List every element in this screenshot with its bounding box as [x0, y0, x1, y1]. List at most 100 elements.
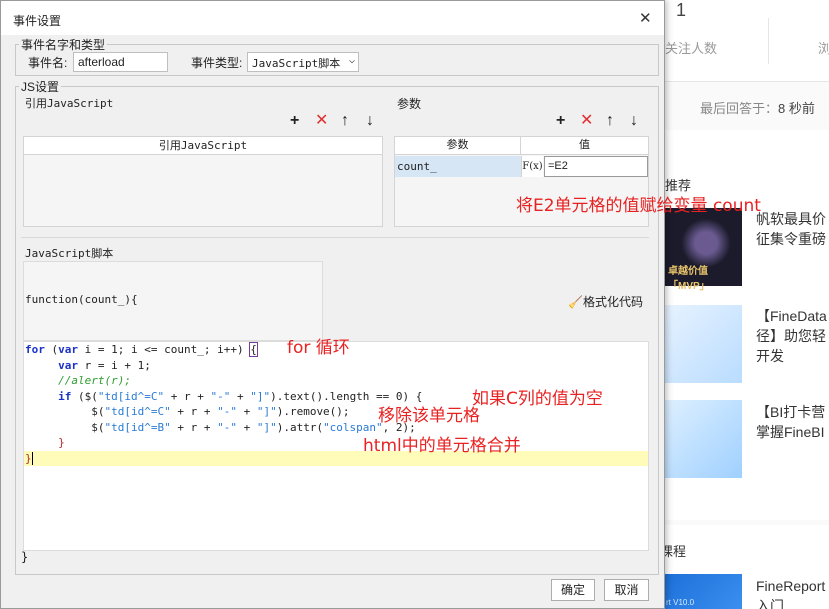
- annotation-if-empty: 如果C列的值为空: [472, 389, 603, 409]
- code-token: "-": [217, 420, 237, 434]
- code-token: if: [58, 389, 72, 403]
- cancel-button[interactable]: 取消: [604, 579, 649, 601]
- code-token: "]": [256, 420, 277, 434]
- event-type-select[interactable]: JavaScript脚本 ⌵: [247, 52, 359, 72]
- article-thumbnail[interactable]: [662, 400, 742, 478]
- course-link[interactable]: FineReport 入门: [756, 576, 825, 609]
- code-token: + r +: [170, 405, 218, 418]
- add-ref-js-icon[interactable]: +: [290, 113, 299, 129]
- last-reply-value: 8 秒前: [778, 101, 815, 116]
- move-down-icon[interactable]: ↓: [630, 113, 638, 129]
- article-title-line: 帆软最具价: [756, 211, 826, 227]
- code-token: +: [230, 389, 251, 403]
- code-token: var: [58, 358, 78, 372]
- code-token: }: [58, 436, 65, 449]
- code-token: {: [249, 342, 258, 357]
- article-thumbnail[interactable]: 卓越价值「MVP」: [662, 208, 742, 292]
- dialog-title: 事件设置: [13, 14, 62, 28]
- code-line: var r = i + 1;: [24, 358, 648, 374]
- divider: [21, 237, 649, 238]
- code-line-current: }: [24, 450, 648, 466]
- code-token: "-": [210, 389, 231, 403]
- article-title-line: 开发: [756, 348, 784, 364]
- param-name-cell[interactable]: count_: [395, 156, 521, 177]
- code-editor[interactable]: for (var i = 1; i <= count_; i++) { var …: [23, 341, 649, 551]
- code-token: i = 1; i <= count_; i++): [78, 343, 251, 356]
- value-column-header: 值: [521, 137, 648, 155]
- last-reply: 最后回答于：8 秒前: [700, 98, 815, 117]
- code-token: ).remove();: [276, 405, 350, 418]
- ref-js-label: 引用JavaScript: [25, 97, 114, 110]
- annotation-merge: html中的单元格合并: [363, 436, 521, 456]
- code-token: +: [236, 405, 257, 418]
- code-token: +: [236, 420, 257, 434]
- param-value-cell[interactable]: =E2: [544, 156, 648, 177]
- close-icon[interactable]: ✕: [639, 11, 652, 26]
- code-token: "]": [250, 389, 271, 403]
- course-thumbnail[interactable]: rt V10.0: [662, 574, 742, 609]
- code-token: + r +: [164, 389, 211, 403]
- article-title-line: 征集令重磅: [756, 231, 826, 247]
- ok-button[interactable]: 确定: [551, 579, 595, 601]
- code-token: "td[id^=C": [97, 389, 165, 403]
- format-code-button[interactable]: 🧹格式化代码: [568, 293, 643, 310]
- code-token: r = i + 1;: [78, 358, 151, 372]
- annotation-remove: 移除该单元格: [378, 406, 480, 426]
- format-code-label: 格式化代码: [582, 295, 643, 309]
- chevron-down-icon: ⌵: [348, 55, 355, 66]
- code-token: "td[id^=C": [104, 405, 171, 418]
- code-token: //alert(r);: [58, 374, 131, 387]
- course-title-line: FineReport: [756, 578, 826, 594]
- formula-icon[interactable]: F(x): [521, 156, 543, 177]
- script-label: JavaScript脚本: [25, 247, 114, 260]
- article-title-line: 掌握FineBI: [756, 424, 825, 440]
- article-link[interactable]: 【BI打卡营 掌握FineBI: [756, 402, 825, 442]
- article-title-line: 【FineData: [756, 308, 827, 324]
- followers-label: 关注人数: [665, 41, 718, 56]
- thumbnail-text: rt V10.0: [666, 598, 695, 607]
- broom-icon: 🧹: [568, 295, 583, 309]
- article-title-line: 径】助您轻: [756, 328, 826, 344]
- code-token: }: [25, 451, 32, 465]
- ref-js-table[interactable]: 引用JavaScript: [23, 136, 383, 227]
- params-label: 参数: [397, 97, 422, 111]
- browse-label: 浏: [818, 41, 829, 56]
- param-column-header: 参数: [395, 137, 521, 155]
- code-token: $(: [91, 405, 105, 418]
- code-token: "]": [256, 405, 277, 418]
- article-link[interactable]: 【FineData 径】助您轻 开发: [756, 306, 827, 366]
- js-settings-title: JS设置: [21, 80, 60, 94]
- event-name-label: 事件名:: [28, 56, 68, 70]
- code-token: (: [44, 343, 59, 356]
- move-down-icon[interactable]: ↓: [366, 113, 374, 129]
- code-token: for: [25, 343, 45, 356]
- code-line: $("td[id^=B" + r + "-" + "]").attr("cols…: [24, 420, 648, 436]
- thumbnail-text: 卓越价值「MVP」: [668, 266, 710, 292]
- text-cursor: [31, 451, 33, 465]
- event-name-input[interactable]: afterload: [73, 52, 168, 72]
- last-reply-label: 最后回答于：: [700, 101, 779, 116]
- move-up-icon[interactable]: ↑: [341, 113, 349, 129]
- code-token: "-": [217, 405, 237, 418]
- code-token: $(: [91, 420, 105, 434]
- function-header: function(count_){: [25, 293, 138, 306]
- code-token: + r +: [170, 420, 218, 434]
- move-up-icon[interactable]: ↑: [606, 113, 614, 129]
- article-link[interactable]: 帆软最具价 征集令重磅: [756, 209, 826, 249]
- followers-count: 1: [676, 0, 687, 20]
- course-title-line: 入门: [756, 598, 784, 609]
- article-title-line: 【BI打卡营: [756, 404, 826, 420]
- event-settings-dialog: 事件设置 ✕ 事件名字和类型 事件名: afterload 事件类型: Java…: [0, 0, 665, 609]
- function-closing-brace: }: [21, 550, 29, 564]
- article-thumbnail[interactable]: [662, 305, 742, 383]
- delete-param-icon[interactable]: ✕: [580, 113, 593, 129]
- dialog-titlebar: 事件设置 ✕: [1, 1, 664, 35]
- code-token: ).attr(: [276, 420, 324, 434]
- event-type-value: JavaScript脚本: [252, 57, 341, 70]
- annotation-assign: 将E2单元格的值赋给变量 count: [516, 196, 761, 216]
- delete-ref-js-icon[interactable]: ✕: [315, 113, 328, 129]
- ref-js-column-header: 引用JavaScript: [24, 137, 382, 155]
- add-param-icon[interactable]: +: [556, 113, 565, 129]
- event-group-title: 事件名字和类型: [21, 38, 106, 52]
- code-token: var: [58, 343, 78, 356]
